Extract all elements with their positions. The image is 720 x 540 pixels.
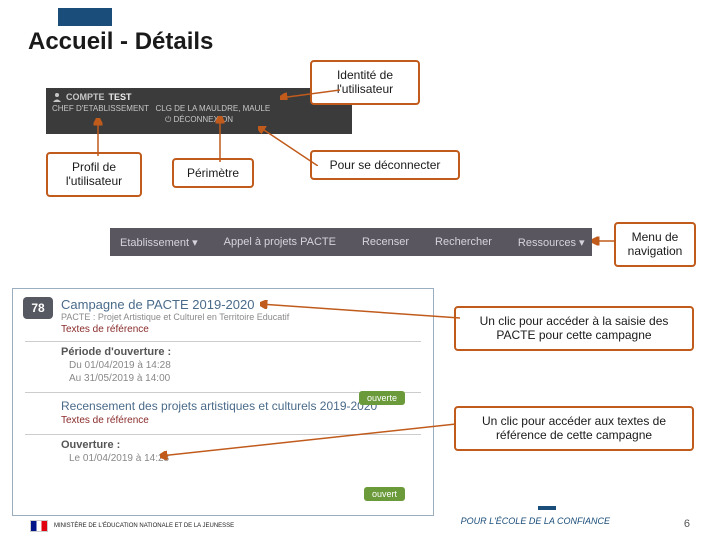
campaign-card: 78 Campagne de PACTE 2019-2020 PACTE : P… — [12, 288, 434, 516]
nav-item-ressources[interactable]: Ressources ▾ — [518, 236, 585, 249]
callout-perimetre: Périmètre — [172, 158, 254, 188]
dept-badge: 78 — [23, 297, 53, 319]
page-title: Accueil - Détails — [28, 28, 213, 56]
accent-bar — [58, 8, 112, 26]
footer-accent — [538, 506, 556, 510]
ref-link[interactable]: Textes de référence — [61, 324, 289, 335]
footer-logo: MINISTÈRE DE L'ÉDUCATION NATIONALE ET DE… — [30, 520, 234, 532]
callout-profil: Profil de l'utilisateur — [46, 152, 142, 197]
person-icon — [52, 92, 62, 102]
account-label: COMPTE — [66, 92, 105, 102]
account-value: TEST — [109, 92, 132, 102]
user-role: CHEF D'ETABLISSEMENT — [52, 104, 149, 113]
ministry-text: MINISTÈRE DE L'ÉDUCATION NATIONALE ET DE… — [54, 523, 234, 530]
status-ouvert: ouvert — [364, 487, 405, 501]
nav-item-etablissement[interactable]: Etablissement ▾ — [120, 236, 198, 249]
callout-deconnecter: Pour se déconnecter — [310, 150, 460, 180]
page-number: 6 — [684, 518, 690, 530]
callout-saisie: Un clic pour accéder à la saisie des PAC… — [454, 306, 694, 351]
nav-item-rechercher[interactable]: Rechercher — [435, 236, 492, 248]
period-to: Au 31/05/2019 à 14:00 — [69, 373, 421, 384]
callout-menu: Menu de navigation — [614, 222, 696, 267]
campaign-sub: PACTE : Projet Artistique et Culturel en… — [61, 312, 289, 322]
nav-bar: Etablissement ▾ Appel à projets PACTE Re… — [110, 228, 592, 256]
footer-right: POUR L'ÉCOLE DE LA CONFIANCE — [461, 516, 610, 526]
campaign-title[interactable]: Campagne de PACTE 2019-2020 — [61, 297, 289, 312]
france-flag-icon — [30, 520, 48, 532]
period-label: Période d'ouverture : — [61, 346, 421, 358]
callout-textes: Un clic pour accéder aux textes de référ… — [454, 406, 694, 451]
user-scope: CLG DE LA MAULDRE, MAULE — [155, 104, 270, 113]
nav-item-pacte[interactable]: Appel à projets PACTE — [224, 236, 336, 248]
power-icon: ⏻ — [165, 115, 171, 124]
nav-item-recenser[interactable]: Recenser — [362, 236, 409, 248]
status-ouverte: ouverte — [359, 391, 405, 405]
period-from: Du 01/04/2019 à 14:28 — [69, 360, 421, 371]
